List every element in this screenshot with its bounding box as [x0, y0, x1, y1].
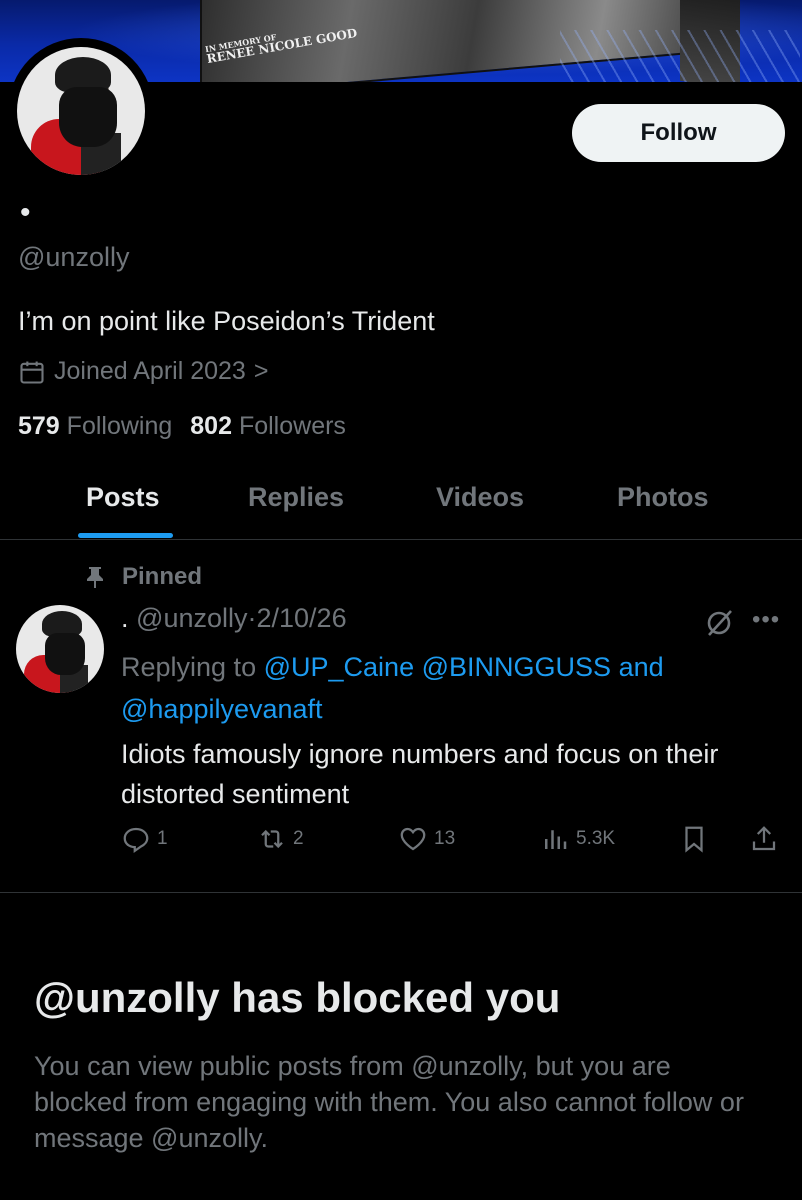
repost-icon	[261, 829, 283, 849]
follow-button[interactable]: Follow	[572, 104, 785, 162]
followers-count: 802	[190, 412, 232, 440]
display-name: •	[20, 196, 31, 229]
replying-prefix: Replying to	[121, 652, 257, 682]
section-divider	[0, 892, 802, 893]
tab-posts[interactable]: Posts	[86, 482, 160, 513]
bookmark-icon	[685, 826, 703, 853]
calendar-icon	[20, 361, 44, 384]
more-options-icon[interactable]: •••	[752, 606, 780, 634]
tab-replies[interactable]: Replies	[248, 482, 344, 513]
avatar-mask	[59, 87, 117, 147]
profile-tabs: Posts Replies Videos Photos	[0, 470, 802, 540]
like-button[interactable]: 13	[398, 824, 455, 854]
post-header: . @unzolly·2/10/26	[121, 603, 347, 634]
followers-link[interactable]: 802 Followers	[190, 412, 346, 441]
post-actions: 1 2 13 5.3K	[121, 824, 781, 864]
views-icon	[545, 830, 567, 849]
heart-icon	[400, 827, 426, 851]
repost-button[interactable]: 2	[257, 824, 304, 854]
post-author-handle[interactable]: @unzolly	[136, 603, 247, 633]
views-button[interactable]: 5.3K	[540, 824, 615, 854]
followers-label: Followers	[238, 412, 346, 440]
joined-date[interactable]: Joined April 2023 >	[18, 357, 268, 386]
reply-count: 1	[157, 828, 168, 849]
profile-handle: @unzolly	[18, 242, 130, 272]
follow-stats: 579 Following 802 Followers	[18, 412, 346, 441]
post-author-name[interactable]: .	[121, 603, 129, 633]
mention-link[interactable]: @happilyevanaft	[121, 694, 323, 724]
tab-videos[interactable]: Videos	[436, 482, 524, 513]
blocked-message: You can view public posts from @unzolly,…	[34, 1051, 744, 1153]
view-count: 5.3K	[576, 828, 616, 849]
repost-count: 2	[293, 828, 304, 849]
profile-bio: I’m on point like Poseidon’s Trident	[18, 306, 435, 336]
blocked-title: @unzolly has blocked you	[34, 974, 561, 1021]
post-body: Idiots famously ignore numbers and focus…	[121, 739, 719, 809]
banner-truss	[560, 30, 800, 82]
following-label: Following	[66, 412, 173, 440]
post-author-avatar[interactable]	[16, 605, 104, 693]
share-icon	[752, 826, 776, 851]
avatar-mask	[45, 633, 85, 675]
share-button[interactable]	[749, 824, 779, 854]
joined-text: Joined April 2023	[54, 357, 246, 385]
reply-icon	[123, 827, 149, 854]
tab-photos[interactable]: Photos	[617, 482, 709, 513]
following-count: 579	[18, 412, 60, 440]
chevron-right-icon: >	[253, 357, 269, 385]
bookmark-button[interactable]	[679, 824, 709, 854]
replying-to: Replying to @UP_Caine @BINNGGUSS and @ha…	[121, 646, 741, 730]
mention-link[interactable]: @UP_Caine	[264, 652, 414, 682]
like-count: 13	[434, 828, 456, 849]
reply-button[interactable]: 1	[121, 824, 168, 854]
following-link[interactable]: 579 Following	[18, 412, 172, 441]
profile-page: IN MEMORY OF RENEE NICOLE GOOD Follow • …	[0, 0, 802, 1200]
grok-icon[interactable]	[704, 606, 736, 638]
meta-separator: ·	[247, 603, 257, 633]
post-date[interactable]: 2/10/26	[257, 603, 347, 633]
replying-and: and	[618, 652, 664, 682]
pinned-label: Pinned	[122, 563, 203, 590]
pin-icon	[87, 567, 103, 588]
mention-link[interactable]: @BINNGGUSS	[422, 652, 611, 682]
active-tab-indicator	[78, 533, 173, 538]
pinned-indicator: Pinned	[84, 563, 202, 591]
profile-avatar[interactable]	[17, 47, 145, 175]
